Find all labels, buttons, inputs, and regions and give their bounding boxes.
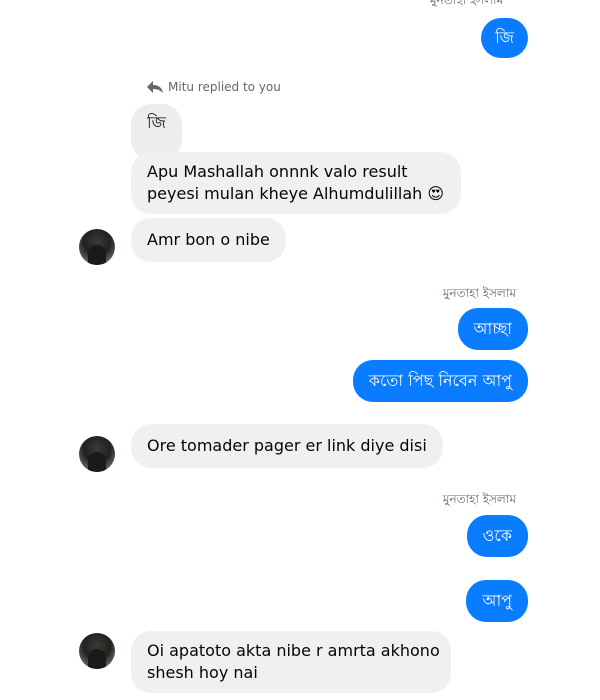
message-bubble-incoming[interactable]: Ore tomader pager er link diye disi	[131, 424, 443, 468]
message-line: peyesi mulan kheye Alhumdulillah 😍	[147, 184, 445, 203]
reply-context-label: Mitu replied to you	[146, 80, 281, 94]
reply-arrow-icon	[147, 81, 163, 93]
sender-name: মুনতাহা ইসলাম	[442, 492, 516, 506]
reply-context-text: Mitu replied to you	[168, 80, 281, 94]
message-line: Oi apatoto akta nibe r amrta akhono	[147, 641, 440, 660]
message-line: shesh hoy nai	[147, 663, 258, 682]
message-bubble-outgoing[interactable]: জি	[481, 18, 528, 58]
sender-name-cut: মুনতাহা ইসলাম	[430, 0, 504, 7]
contact-avatar[interactable]	[79, 229, 115, 265]
message-bubble-outgoing[interactable]: ওকে	[466, 515, 528, 557]
message-bubble-outgoing[interactable]: কতো পিছ নিবেন আপু	[352, 360, 528, 402]
sender-name: মুনতাহা ইসলাম	[442, 286, 516, 300]
contact-avatar[interactable]	[79, 436, 115, 472]
message-bubble-outgoing[interactable]: আচ্ছা	[457, 308, 528, 350]
message-line: Apu Mashallah onnnk valo result	[147, 162, 408, 181]
message-bubble-outgoing[interactable]: আপু	[466, 580, 528, 622]
message-bubble-incoming[interactable]: Oi apatoto akta nibe r amrta akhono shes…	[131, 631, 451, 693]
message-bubble-incoming[interactable]: Apu Mashallah onnnk valo result peyesi m…	[131, 152, 461, 214]
message-bubble-incoming[interactable]: Amr bon o nibe	[131, 218, 286, 262]
contact-avatar[interactable]	[79, 633, 115, 669]
